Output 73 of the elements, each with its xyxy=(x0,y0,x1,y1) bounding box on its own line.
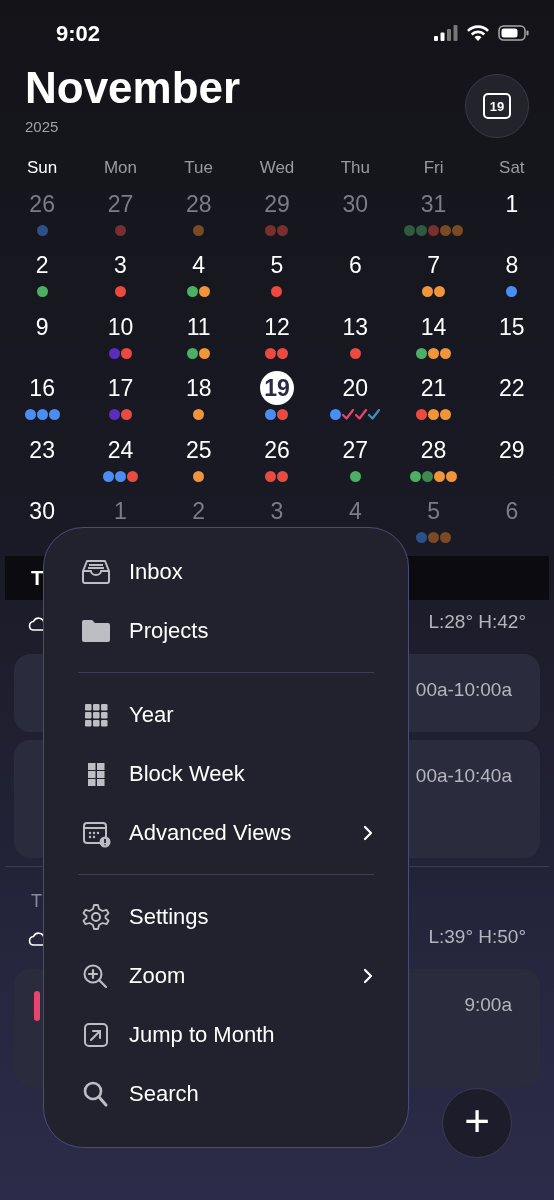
day-number[interactable]: 27 xyxy=(103,186,138,221)
day-number[interactable]: 14 xyxy=(416,309,451,344)
menu-item[interactable]: Settings xyxy=(78,887,374,946)
menu-item[interactable]: Jump to Month xyxy=(78,1005,374,1064)
wifi-icon xyxy=(466,24,490,42)
day-number[interactable]: 2 xyxy=(25,248,60,282)
day-number[interactable]: 29 xyxy=(260,186,294,221)
day-number[interactable]: 7 xyxy=(416,248,451,282)
weekday-label: Mon xyxy=(102,156,138,179)
status-time: 9:02 xyxy=(56,19,101,48)
weekday-label: Wed xyxy=(258,156,296,179)
day-number[interactable]: 5 xyxy=(416,494,451,528)
menu-item[interactable]: Search xyxy=(78,1064,374,1123)
menu-item[interactable]: Year xyxy=(78,685,374,744)
day-number[interactable]: 16 xyxy=(25,371,60,405)
weekday-label: Thu xyxy=(339,156,371,179)
event-time: 00a-10:00a xyxy=(415,677,512,702)
day-number[interactable]: 3 xyxy=(103,248,138,282)
weekday-label: Sun xyxy=(26,156,59,179)
year-label: 2025 xyxy=(25,117,59,137)
today-marker[interactable]: 19 xyxy=(260,371,294,405)
section-title: T xyxy=(31,889,42,913)
day-number[interactable]: 30 xyxy=(338,186,373,221)
signal-icon xyxy=(434,25,458,41)
today-button[interactable]: 19 xyxy=(465,74,529,138)
day-number[interactable]: 30 xyxy=(25,494,60,528)
day-number[interactable]: 26 xyxy=(25,186,60,221)
day-number[interactable]: 31 xyxy=(416,186,451,221)
weekday-label: Fri xyxy=(422,156,445,179)
day-number[interactable]: 3 xyxy=(260,494,294,528)
weather-text: L:28° H:42° xyxy=(428,610,526,635)
day-number[interactable]: 1 xyxy=(103,494,138,528)
day-number[interactable]: 23 xyxy=(25,432,60,467)
day-number[interactable]: 1 xyxy=(494,186,529,221)
day-number[interactable]: 28 xyxy=(416,432,451,467)
event-time: 00a-10:40a xyxy=(415,763,512,788)
day-number[interactable]: 27 xyxy=(338,432,373,467)
month-title: November xyxy=(25,66,241,110)
menu-item[interactable]: Zoom xyxy=(78,946,374,1005)
day-number[interactable]: 8 xyxy=(494,248,529,282)
day-number[interactable]: 21 xyxy=(416,371,451,405)
day-number[interactable]: 11 xyxy=(181,309,216,344)
day-number[interactable]: 20 xyxy=(338,371,373,405)
event-time: 9:00a xyxy=(464,992,512,1017)
day-number[interactable]: 18 xyxy=(181,371,216,405)
menu-item[interactable]: Projects xyxy=(78,601,374,660)
day-number[interactable]: 6 xyxy=(494,494,529,528)
day-number[interactable]: 29 xyxy=(494,432,529,467)
day-number[interactable]: 17 xyxy=(103,371,138,405)
day-number[interactable]: 24 xyxy=(103,432,138,467)
day-number[interactable]: 13 xyxy=(338,309,373,344)
day-number[interactable]: 6 xyxy=(338,248,373,282)
day-number[interactable]: 10 xyxy=(103,309,138,344)
day-number[interactable]: 5 xyxy=(260,248,294,282)
battery-icon xyxy=(498,25,530,41)
day-number[interactable]: 2 xyxy=(181,494,216,528)
weather-text: L:39° H:50° xyxy=(428,925,526,950)
weekday-label: Tue xyxy=(183,156,215,179)
weekday-label: Sat xyxy=(498,156,526,179)
day-number[interactable]: 26 xyxy=(260,432,294,467)
menu-item[interactable]: Block Week xyxy=(78,744,374,803)
day-number[interactable]: 25 xyxy=(181,432,216,467)
day-number[interactable]: 12 xyxy=(260,309,294,344)
day-number[interactable]: 9 xyxy=(25,309,60,344)
section-title: T xyxy=(31,565,44,591)
day-number[interactable]: 15 xyxy=(494,309,529,344)
day-number[interactable]: 4 xyxy=(338,494,373,528)
day-number[interactable]: 4 xyxy=(181,248,216,282)
menu-item[interactable]: Advanced Views xyxy=(78,803,374,862)
day-number[interactable]: 22 xyxy=(494,371,529,405)
add-button[interactable]: + xyxy=(442,1088,512,1158)
day-number[interactable]: 28 xyxy=(181,186,216,221)
menu-item[interactable]: Inbox xyxy=(78,542,374,601)
